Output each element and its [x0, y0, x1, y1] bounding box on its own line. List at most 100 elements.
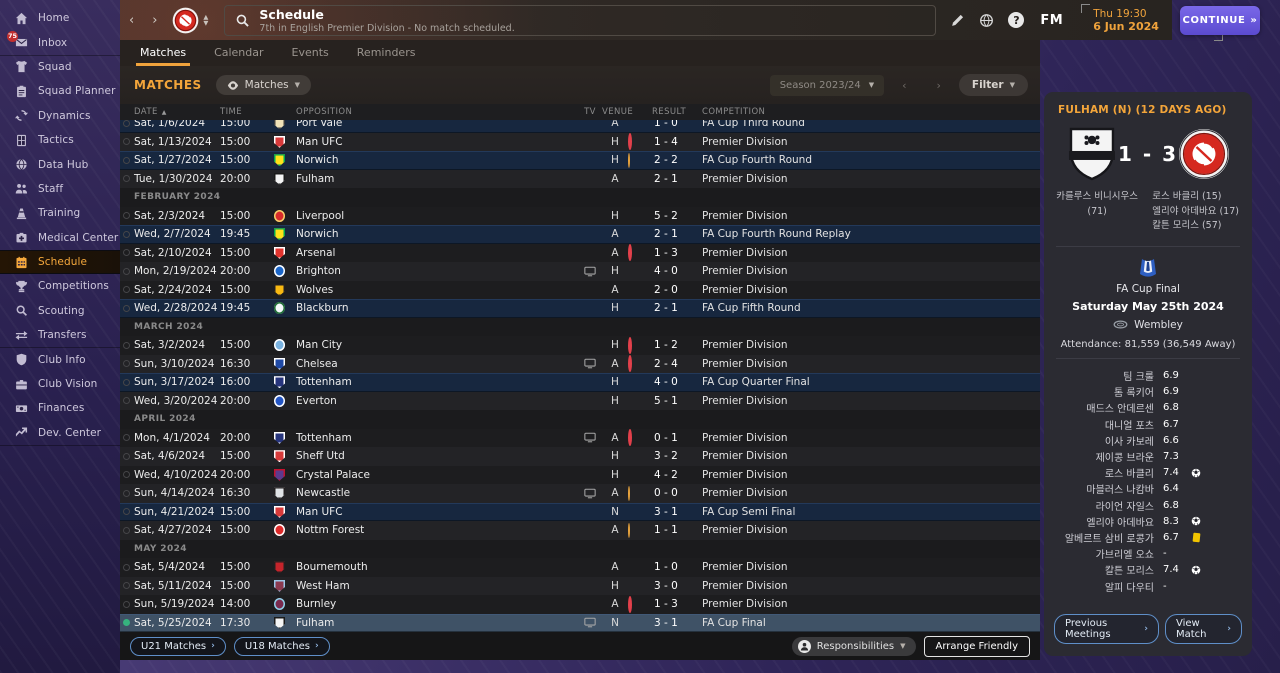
match-row[interactable]: Sat, 1/27/2024 15:00 Norwich H 2 - 2 FA Cup F…: [120, 151, 1040, 170]
match-row[interactable]: Wed, 2/28/2024 19:45 Blackburn H 2 - 1 FA Cup…: [120, 299, 1040, 318]
season-selector[interactable]: Season 2023/24 ▼: [769, 74, 885, 96]
tab-matches[interactable]: Matches: [135, 46, 191, 66]
column-header-competition[interactable]: COMPETITION: [702, 107, 1040, 117]
opponent-name[interactable]: Fulham: [296, 617, 578, 629]
match-row[interactable]: Mon, 2/19/2024 20:00 Brighton H 4 - 0 Premier…: [120, 262, 1040, 281]
player-name[interactable]: 알베르트 삼비 로콩가: [1052, 530, 1154, 545]
previous-meetings-button[interactable]: Previous Meetings ›: [1054, 614, 1159, 644]
player-rating-row[interactable]: 칼튼 모리스 7.4: [1052, 562, 1206, 578]
view-selector[interactable]: Matches ▼: [215, 75, 312, 95]
player-rating-row[interactable]: 톰 록키어 6.9: [1052, 384, 1206, 400]
match-row[interactable]: Wed, 2/7/2024 19:45 Norwich A 2 - 1 FA Cup Fo…: [120, 225, 1040, 244]
opponent-name[interactable]: Norwich: [296, 154, 578, 166]
back-button[interactable]: ‹: [120, 9, 143, 32]
player-name[interactable]: 엘리야 아데바요: [1052, 514, 1154, 529]
opponent-name[interactable]: Man City: [296, 339, 578, 351]
match-row[interactable]: Sun, 3/10/2024 16:30 Chelsea A 2 - 4 Premier …: [120, 354, 1040, 373]
match-row[interactable]: Sat, 3/2/2024 15:00 Man City H 1 - 2 Premier …: [120, 336, 1040, 355]
match-row[interactable]: Wed, 4/10/2024 20:00 Crystal Palace H 4 - 2 P…: [120, 465, 1040, 484]
season-next-button[interactable]: ›: [925, 75, 953, 96]
opponent-name[interactable]: Nottm Forest: [296, 524, 578, 536]
opponent-name[interactable]: Brighton: [296, 265, 578, 277]
match-row[interactable]: Sat, 4/27/2024 15:00 Nottm Forest A 1 - 1 Pre…: [120, 521, 1040, 540]
player-rating-row[interactable]: 라이언 자일스 6.8: [1052, 497, 1206, 513]
tab-calendar[interactable]: Calendar: [214, 46, 263, 66]
sidebar-item-finances[interactable]: Finances: [0, 396, 120, 420]
match-row[interactable]: Sat, 5/25/2024 17:30 Fulham N 3 - 1 FA Cup Fi…: [120, 613, 1040, 632]
u18-matches-button[interactable]: U18 Matches ›: [233, 636, 330, 656]
sidebar-item-club-vision[interactable]: Club Vision: [0, 372, 120, 396]
player-name[interactable]: 대니얼 포츠: [1052, 417, 1154, 432]
match-row[interactable]: Sat, 2/3/2024 15:00 Liverpool H 5 - 2 Premier…: [120, 206, 1040, 225]
match-row[interactable]: Sun, 4/14/2024 16:30 Newcastle A 0 - 0 Premie…: [120, 484, 1040, 503]
edit-icon[interactable]: [950, 13, 965, 28]
opponent-name[interactable]: Man UFC: [296, 136, 578, 148]
player-name[interactable]: 가브리엘 오쇼: [1052, 546, 1154, 561]
player-rating-row[interactable]: 대니얼 포츠 6.7: [1052, 416, 1206, 432]
opponent-name[interactable]: Wolves: [296, 284, 578, 296]
opponent-name[interactable]: Fulham: [296, 173, 578, 185]
opponent-name[interactable]: Chelsea: [296, 358, 578, 370]
sidebar-item-club-info[interactable]: Club Info: [0, 347, 120, 371]
opponent-name[interactable]: Crystal Palace: [296, 469, 578, 481]
match-row[interactable]: Sat, 5/4/2024 15:00 Bournemouth A 1 - 0 Premi…: [120, 558, 1040, 577]
season-prev-button[interactable]: ‹: [890, 75, 918, 96]
sidebar-item-transfers[interactable]: Transfers: [0, 323, 120, 349]
forward-button[interactable]: ›: [143, 9, 166, 32]
opponent-name[interactable]: Sheff Utd: [296, 450, 578, 462]
match-row[interactable]: Sat, 1/6/2024 15:00 Port Vale A 1 - 0 FA Cup …: [120, 120, 1040, 133]
player-rating-row[interactable]: 엘리야 아데바요 8.3: [1052, 513, 1206, 529]
player-name[interactable]: 톰 록키어: [1052, 384, 1154, 399]
opponent-name[interactable]: Man UFC: [296, 506, 578, 518]
club-badge[interactable]: [172, 7, 199, 34]
search-title-box[interactable]: Schedule 7th in English Premier Division…: [224, 4, 937, 36]
player-name[interactable]: 라이언 자일스: [1052, 498, 1154, 513]
player-name[interactable]: 마블러스 나캄바: [1052, 481, 1154, 496]
responsibilities-button[interactable]: Responsibilities ▼: [791, 636, 916, 656]
sidebar-item-squad-planner[interactable]: Squad Planner: [0, 79, 120, 103]
sidebar-item-home[interactable]: Home: [0, 6, 120, 30]
help-icon[interactable]: ?: [1008, 12, 1025, 28]
match-row[interactable]: Wed, 3/20/2024 20:00 Everton H 5 - 1 Premier …: [120, 391, 1040, 410]
match-row[interactable]: Mon, 4/1/2024 20:00 Tottenham A 0 - 1 Premier…: [120, 428, 1040, 447]
player-rating-row[interactable]: 가브리엘 오쇼 -: [1052, 546, 1206, 562]
view-match-button[interactable]: View Match ›: [1164, 614, 1242, 644]
sidebar-item-competitions[interactable]: Competitions: [0, 274, 120, 298]
player-name[interactable]: 제이콩 브라운: [1052, 449, 1154, 464]
filter-button[interactable]: Filter ▼: [958, 74, 1028, 96]
column-header-tv[interactable]: TV: [578, 107, 602, 117]
u21-matches-button[interactable]: U21 Matches ›: [130, 636, 226, 656]
opponent-name[interactable]: Newcastle: [296, 487, 578, 499]
sidebar-item-medical-center[interactable]: Medical Center: [0, 226, 120, 250]
opponent-name[interactable]: Arsenal: [296, 247, 578, 259]
sidebar-item-dev-center[interactable]: Dev. Center: [0, 421, 120, 447]
sidebar-item-data-hub[interactable]: Data Hub: [0, 152, 120, 176]
player-name[interactable]: 로스 바클리: [1052, 465, 1154, 480]
player-rating-row[interactable]: 알베르트 삼비 로콩가 6.7: [1052, 529, 1206, 545]
sidebar-item-squad[interactable]: Squad: [0, 55, 120, 79]
opponent-name[interactable]: Tottenham: [296, 376, 578, 388]
opponent-name[interactable]: Burnley: [296, 598, 578, 610]
team-switcher[interactable]: ▲ ▼: [203, 14, 208, 27]
match-row[interactable]: Sun, 5/19/2024 14:00 Burnley A 1 - 3 Premier …: [120, 595, 1040, 614]
player-name[interactable]: 알피 다우티: [1052, 579, 1154, 594]
player-rating-row[interactable]: 이사 카보레 6.6: [1052, 432, 1206, 448]
opponent-name[interactable]: Everton: [296, 395, 578, 407]
opponent-name[interactable]: Blackburn: [296, 302, 578, 314]
continue-button[interactable]: CONTINUE»: [1180, 6, 1260, 35]
match-row[interactable]: Sat, 1/13/2024 15:00 Man UFC H 1 - 4 Premier …: [120, 132, 1040, 151]
player-name[interactable]: 칼튼 모리스: [1052, 562, 1154, 577]
player-rating-row[interactable]: 로스 바클리 7.4: [1052, 465, 1206, 481]
opponent-name[interactable]: Tottenham: [296, 432, 578, 444]
world-icon[interactable]: [979, 13, 994, 28]
column-header-venue[interactable]: VENUE: [602, 107, 633, 117]
sidebar-item-tactics[interactable]: Tactics: [0, 128, 120, 152]
home-team-badge[interactable]: [1066, 126, 1118, 182]
match-row[interactable]: Sat, 2/10/2024 15:00 Arsenal A 1 - 3 Premier …: [120, 243, 1040, 262]
opponent-name[interactable]: West Ham: [296, 580, 578, 592]
opponent-name[interactable]: Port Vale: [296, 120, 578, 129]
opponent-name[interactable]: Bournemouth: [296, 561, 578, 573]
match-row[interactable]: Tue, 1/30/2024 20:00 Fulham A 2 - 1 Premier D…: [120, 169, 1040, 188]
opponent-name[interactable]: Liverpool: [296, 210, 578, 222]
sidebar-item-inbox[interactable]: 75 Inbox: [0, 30, 120, 57]
